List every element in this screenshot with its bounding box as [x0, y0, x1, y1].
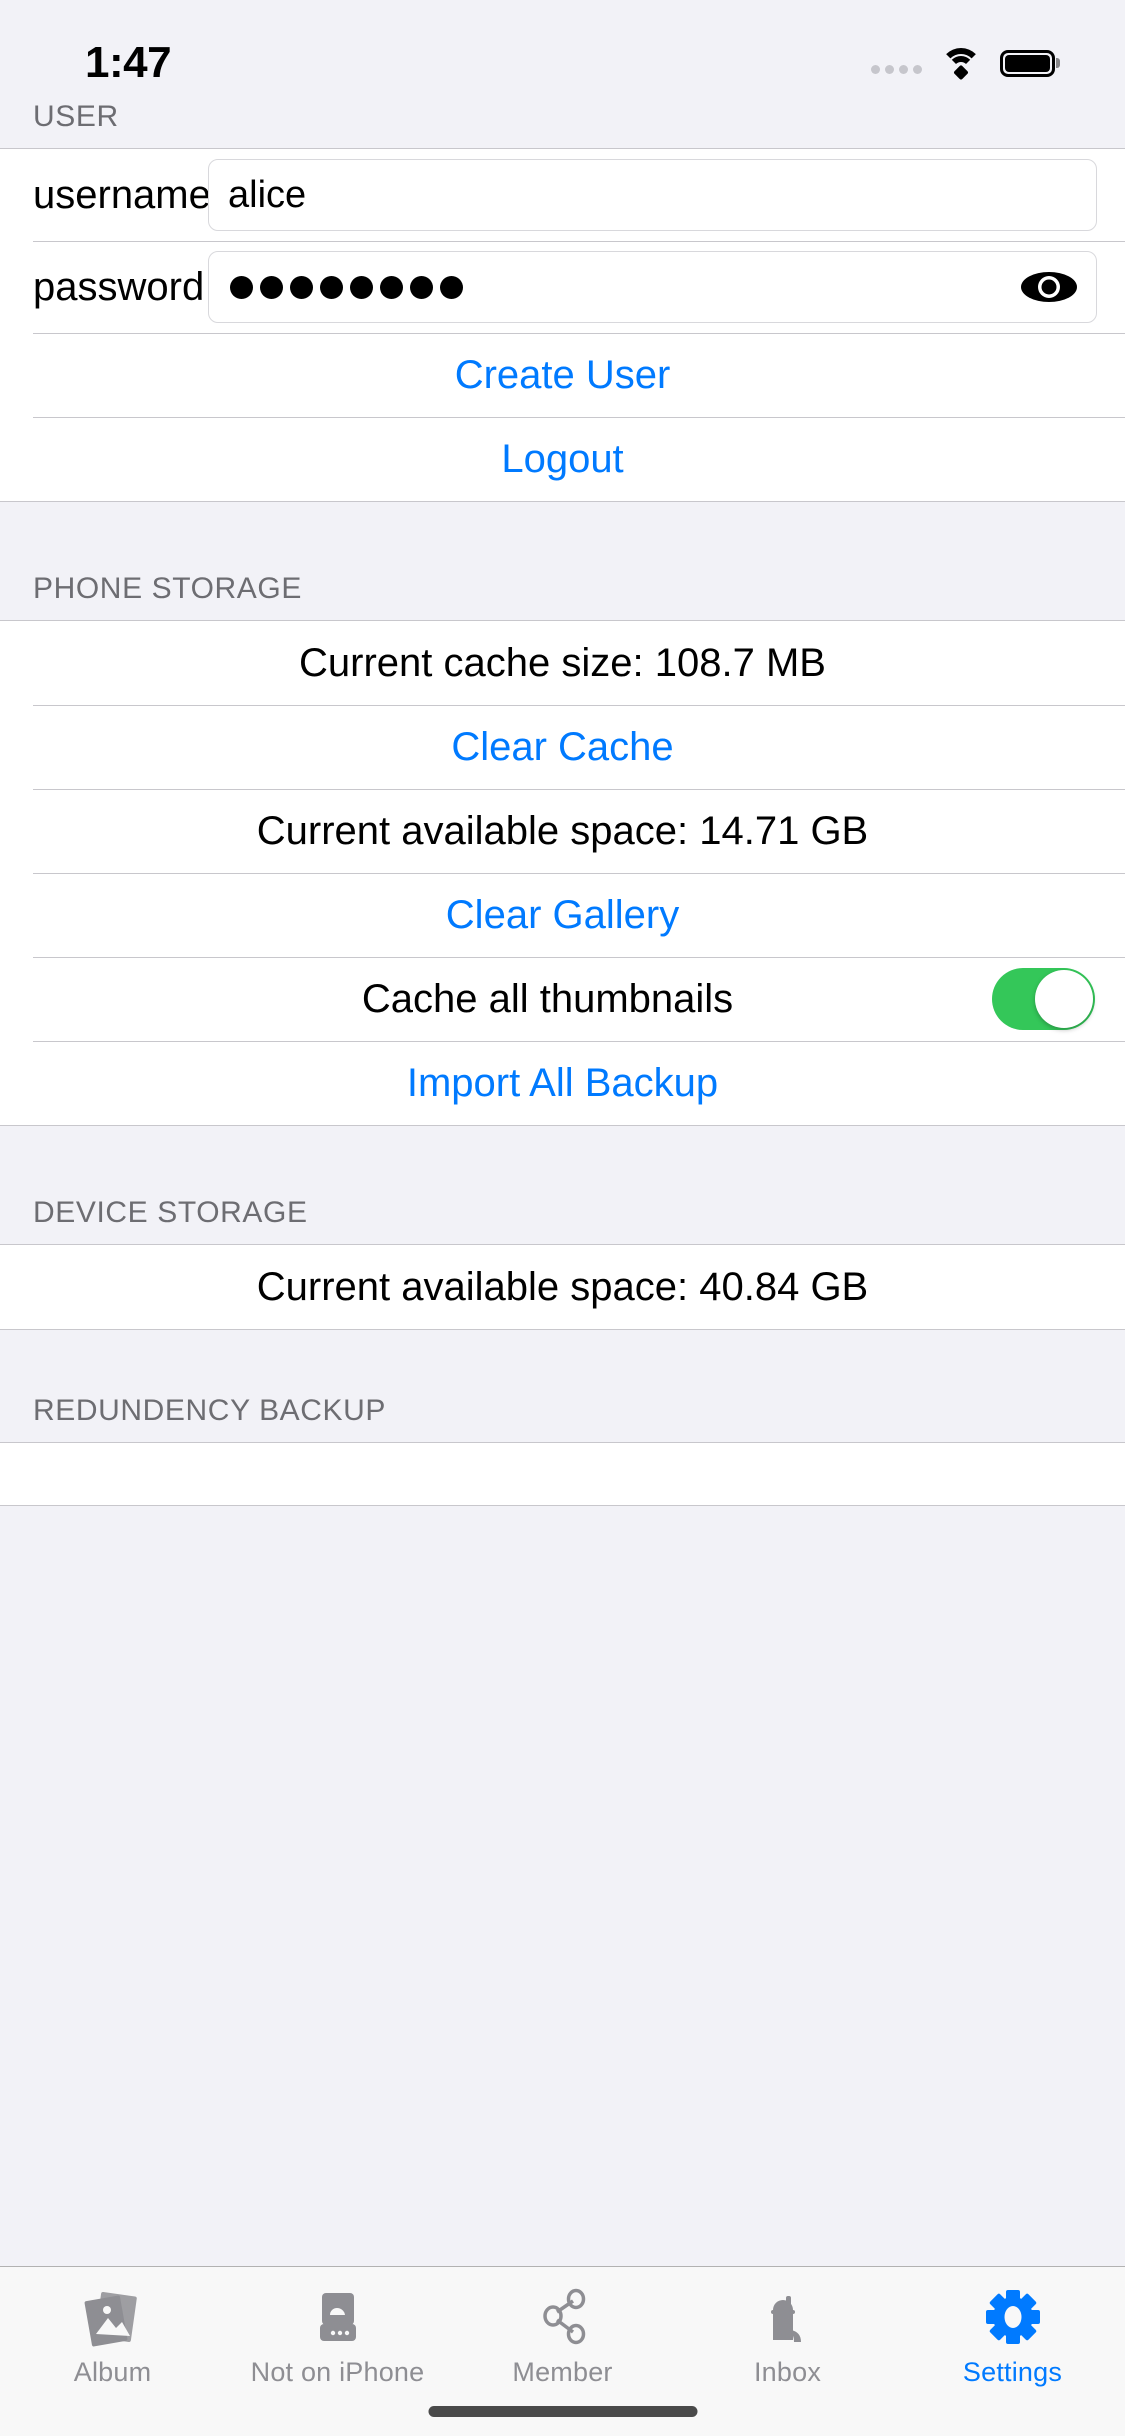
clear-gallery-button[interactable]: Clear Gallery	[0, 873, 1125, 957]
create-user-button[interactable]: Create User	[0, 333, 1125, 417]
cache-thumbnails-row[interactable]: Cache all thumbnails	[0, 957, 1125, 1041]
status-bar-indicators	[871, 48, 1055, 81]
cache-size-row: Current cache size: 108.7 MB	[0, 621, 1125, 705]
cloud-drive-icon	[307, 2283, 369, 2351]
clear-cache-label: Clear Cache	[451, 724, 674, 769]
redundency-backup-row[interactable]	[0, 1443, 1125, 1505]
tab-inbox-label: Inbox	[753, 2357, 822, 2387]
import-all-backup-label: Import All Backup	[406, 1060, 719, 1105]
tab-settings[interactable]: Settings	[900, 2283, 1125, 2388]
password-label: password	[33, 264, 205, 309]
username-label: username	[33, 172, 211, 217]
phone-available-space-row: Current available space: 14.71 GB	[0, 789, 1125, 873]
tab-album-label: Album	[73, 2357, 152, 2387]
tab-member-label: Member	[512, 2357, 613, 2387]
tab-member[interactable]: Member	[450, 2283, 675, 2388]
password-value	[228, 275, 463, 299]
import-all-backup-button[interactable]: Import All Backup	[0, 1041, 1125, 1125]
cache-size-text: Current cache size: 108.7 MB	[299, 640, 826, 685]
clear-gallery-label: Clear Gallery	[445, 892, 680, 937]
password-row[interactable]: password	[0, 241, 1125, 333]
status-bar: 1:47	[0, 0, 1125, 100]
device-storage-group: Current available space: 40.84 GB	[0, 1244, 1125, 1330]
tab-not-on-iphone[interactable]: Not on iPhone	[225, 2283, 450, 2388]
user-group: username alice password Create User Logo…	[0, 148, 1125, 502]
section-header-phone-storage: PHONE STORAGE	[0, 502, 1125, 620]
settings-list[interactable]: USER username alice password Create User…	[0, 100, 1125, 2266]
section-header-user: USER	[0, 100, 1125, 148]
phone-available-space-text: Current available space: 14.71 GB	[256, 808, 869, 853]
password-input[interactable]	[208, 251, 1097, 323]
tab-settings-label: Settings	[962, 2357, 1063, 2387]
username-value: alice	[228, 173, 307, 216]
battery-full-icon	[1000, 49, 1055, 77]
logout-label: Logout	[501, 436, 624, 481]
cache-thumbnails-label: Cache all thumbnails	[361, 976, 734, 1021]
username-row[interactable]: username alice	[0, 149, 1125, 241]
tab-not-on-iphone-label: Not on iPhone	[250, 2357, 425, 2387]
home-indicator[interactable]	[428, 2406, 697, 2417]
phone-storage-group: Current cache size: 108.7 MB Clear Cache…	[0, 620, 1125, 1126]
section-header-device-storage: DEVICE STORAGE	[0, 1126, 1125, 1244]
device-available-space-row: Current available space: 40.84 GB	[0, 1245, 1125, 1329]
share-nodes-icon	[532, 2283, 594, 2351]
wifi-icon	[940, 48, 982, 81]
tab-album[interactable]: Album	[0, 2283, 225, 2388]
tab-inbox[interactable]: Inbox	[675, 2283, 900, 2388]
eye-icon[interactable]	[1018, 264, 1080, 310]
username-input[interactable]: alice	[208, 159, 1097, 231]
signal-dots-icon	[871, 52, 922, 74]
status-bar-time: 1:47	[85, 38, 172, 87]
settings-screen: 1:47 USER username alice password Create…	[0, 0, 1125, 2436]
create-user-label: Create User	[454, 352, 671, 397]
section-header-redundency-backup: REDUNDENCY BACKUP	[0, 1330, 1125, 1442]
clear-cache-button[interactable]: Clear Cache	[0, 705, 1125, 789]
device-available-space-text: Current available space: 40.84 GB	[256, 1264, 869, 1309]
redundency-backup-group	[0, 1442, 1125, 1506]
mailbox-icon	[757, 2283, 819, 2351]
cache-thumbnails-toggle[interactable]	[992, 968, 1095, 1030]
gear-icon	[982, 2283, 1044, 2351]
logout-button[interactable]: Logout	[0, 417, 1125, 501]
photo-stack-icon	[82, 2283, 144, 2351]
